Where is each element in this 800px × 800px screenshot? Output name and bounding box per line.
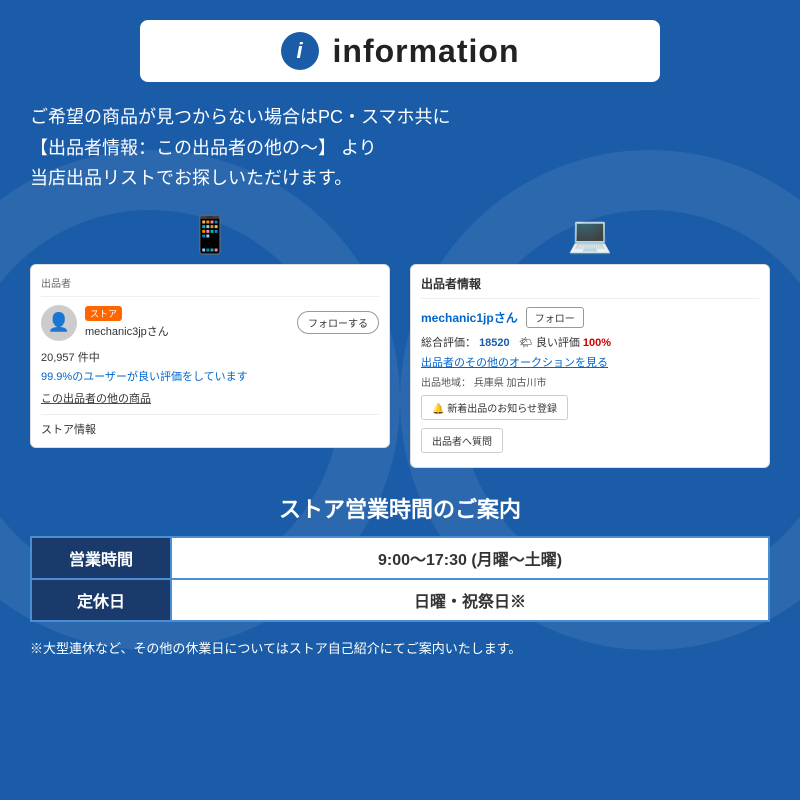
- info-header: i information: [140, 20, 660, 82]
- page-title: information: [333, 33, 520, 70]
- hours-label-1: 定休日: [31, 579, 171, 621]
- background: i information ご希望の商品が見つからない場合はPC・スマホ共に 【…: [0, 0, 800, 800]
- ss-pc-btn-row: 🔔 新着出品のお知らせ登録: [421, 395, 759, 424]
- hours-row-1: 定休日 日曜・祝祭日※: [31, 579, 769, 621]
- ss-mobile-seller-info: ストア mechanic3jpさん: [85, 306, 289, 339]
- ss-pc-rating-row: 総合評価： 18520 🌤 良い評価 100%: [421, 334, 759, 350]
- mobile-col: 📱 出品者 👤 ストア mechanic3jpさん フォローする 20,957 …: [30, 214, 390, 448]
- screenshots-row: 📱 出品者 👤 ストア mechanic3jpさん フォローする 20,957 …: [30, 214, 770, 468]
- pc-col: 💻 出品者情報 mechanic1jpさん フォロー 総合評価： 18520 🌤…: [410, 214, 770, 468]
- ss-pc-location-value: 兵庫県 加古川市: [474, 378, 547, 389]
- ss-mobile-other-link[interactable]: この出品者の他の商品: [41, 390, 379, 415]
- ss-pc-rating-num: 18520: [479, 337, 510, 349]
- info-icon: i: [281, 32, 319, 70]
- ss-mobile-seller-name: mechanic3jpさん: [85, 323, 289, 339]
- pc-icon: 💻: [568, 214, 613, 256]
- ss-pc-percent: 100%: [583, 337, 611, 349]
- ss-pc-header: 出品者情報: [421, 275, 759, 299]
- ss-store-badge: ストア: [85, 306, 122, 321]
- ss-mobile-header: 出品者: [41, 275, 379, 297]
- ss-pc-total-label: 総合評価：: [421, 337, 476, 349]
- ss-mobile-stats: 20,957 件中: [41, 349, 379, 365]
- ss-pc-btn-row2: 出品者へ質問: [421, 428, 759, 453]
- hours-section: ストア営業時間のご案内 営業時間 9:00〜17:30 (月曜〜土曜) 定休日 …: [30, 492, 770, 622]
- mobile-icon: 📱: [188, 214, 233, 256]
- hours-note: ※大型連休など、その他の休業日についてはストア自己紹介にてご案内いたします。: [30, 638, 770, 657]
- ss-pc-location-label: 出品地域：: [421, 378, 471, 389]
- ss-pc-good-label: 🌤 良い評価: [519, 337, 580, 349]
- ss-mobile-store-info: ストア情報: [41, 421, 379, 437]
- hours-value-1: 日曜・祝祭日※: [171, 579, 769, 621]
- ss-pc-seller-row: mechanic1jpさん フォロー: [421, 307, 759, 328]
- ss-pc-seller-name: mechanic1jpさん: [421, 309, 518, 326]
- ss-pc-notify-btn[interactable]: 🔔 新着出品のお知らせ登録: [421, 395, 568, 420]
- ss-mobile-avatar: 👤: [41, 305, 77, 341]
- main-description: ご希望の商品が見つからない場合はPC・スマホ共に 【出品者情報：この出品者の他の…: [30, 102, 770, 194]
- desc-line1: ご希望の商品が見つからない場合はPC・スマホ共に: [30, 102, 770, 133]
- hours-value-0: 9:00〜17:30 (月曜〜土曜): [171, 537, 769, 579]
- ss-mobile-seller-row: 👤 ストア mechanic3jpさん フォローする: [41, 305, 379, 341]
- desc-line2: 【出品者情報：この出品者の他の〜】 より: [30, 133, 770, 164]
- ss-pc-follow-btn[interactable]: フォロー: [526, 307, 584, 328]
- pc-screenshot: 出品者情報 mechanic1jpさん フォロー 総合評価： 18520 🌤 良…: [410, 264, 770, 468]
- hours-table: 営業時間 9:00〜17:30 (月曜〜土曜) 定休日 日曜・祝祭日※: [30, 536, 770, 622]
- hours-label-0: 営業時間: [31, 537, 171, 579]
- mobile-screenshot: 出品者 👤 ストア mechanic3jpさん フォローする 20,957 件中…: [30, 264, 390, 448]
- desc-line3: 当店出品リストでお探しいただけます。: [30, 163, 770, 194]
- hours-row-0: 営業時間 9:00〜17:30 (月曜〜土曜): [31, 537, 769, 579]
- ss-pc-auction-link[interactable]: 出品者のその他のオークションを見る: [421, 354, 759, 370]
- hours-title: ストア営業時間のご案内: [30, 492, 770, 524]
- ss-mobile-follow-btn[interactable]: フォローする: [297, 311, 379, 334]
- ss-pc-location: 出品地域： 兵庫県 加古川市: [421, 374, 759, 389]
- ss-pc-question-btn[interactable]: 出品者へ質問: [421, 428, 503, 453]
- ss-mobile-rating: 99.9%のユーザーが良い評価をしています: [41, 368, 379, 384]
